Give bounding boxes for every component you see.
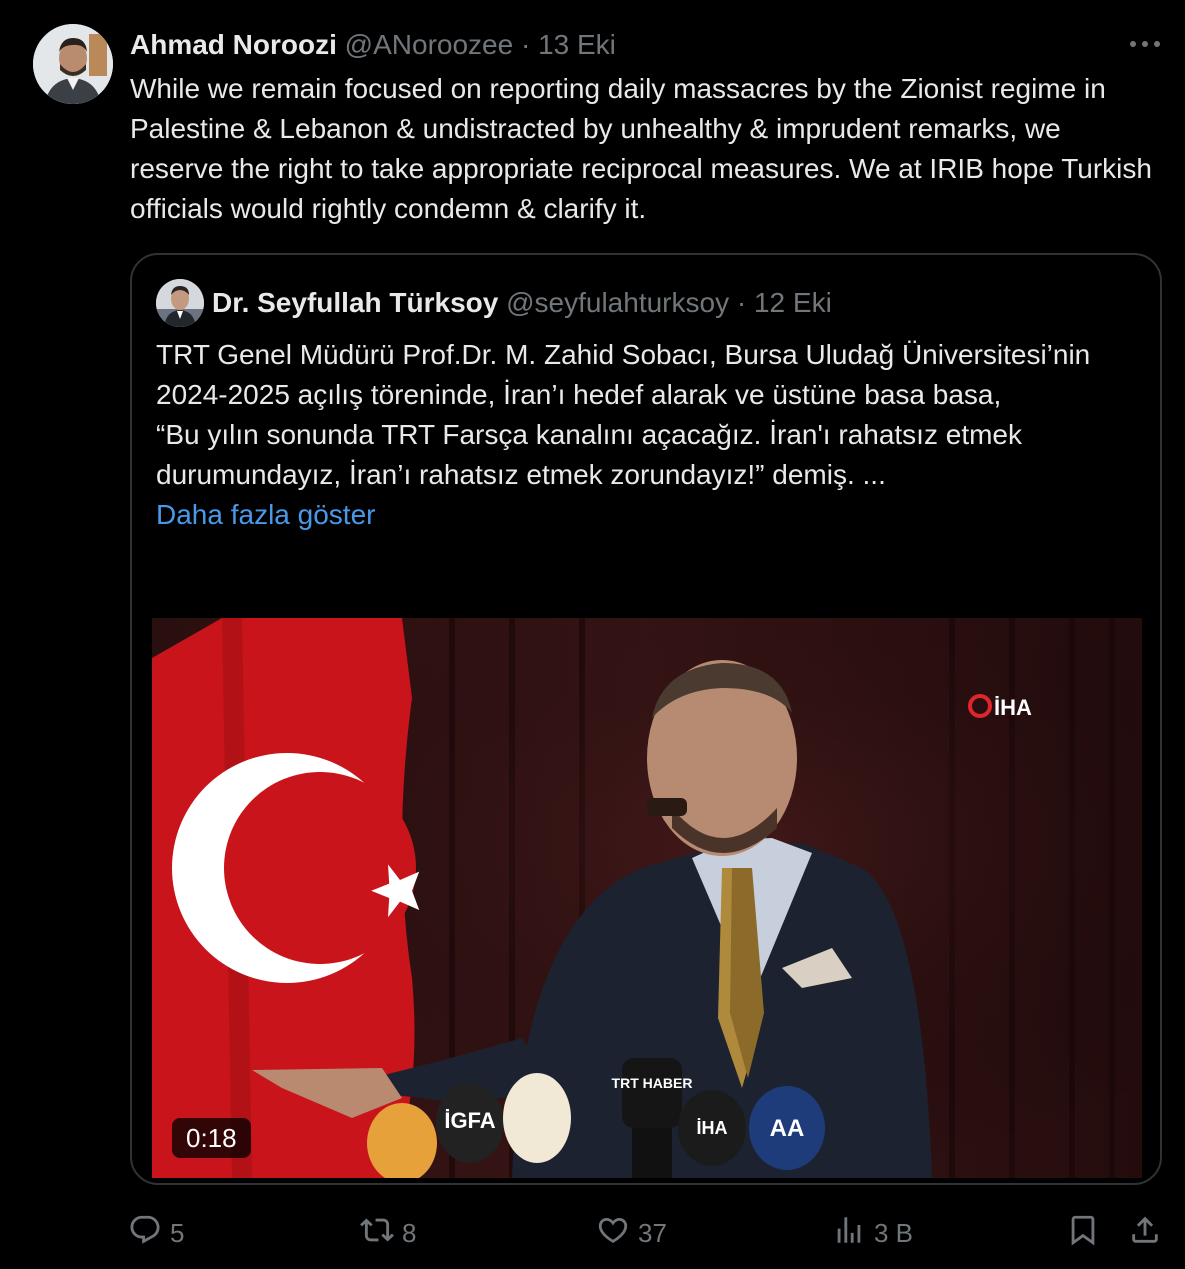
repost-button[interactable]: 8	[360, 1210, 416, 1256]
views-icon	[832, 1213, 874, 1254]
quote-text-paragraph-2: “Bu yılın sonunda TRT Farsça kanalını aç…	[156, 419, 1022, 490]
mic-label-iha: İHA	[697, 1118, 728, 1138]
tweet-header: Ahmad Noroozi @ANoroozee · 13 Eki	[130, 26, 1155, 64]
author-name[interactable]: Ahmad Noroozi	[130, 29, 337, 60]
mic-label-trt: TRT HABER	[612, 1075, 693, 1091]
quote-header: Dr. Seyfullah Türksoy @seyfulahturksoy ·…	[212, 283, 832, 323]
author-handle[interactable]: @ANoroozee	[345, 29, 514, 60]
quote-date[interactable]: 12 Eki	[754, 287, 832, 318]
more-icon[interactable]	[1127, 28, 1163, 60]
tweet-text: While we remain focused on reporting dai…	[130, 73, 1152, 224]
quote-author-avatar[interactable]	[156, 279, 204, 327]
mic-label-igfa: İGFA	[444, 1108, 495, 1133]
like-button[interactable]: 37	[596, 1210, 667, 1256]
author-avatar[interactable]	[33, 24, 113, 104]
like-icon	[596, 1213, 638, 1254]
reply-button[interactable]: 5	[128, 1210, 184, 1256]
views-button[interactable]: 3 B	[832, 1210, 913, 1256]
like-count: 37	[638, 1217, 667, 1248]
action-bar: 5 8 37 3 B	[128, 1210, 1168, 1256]
share-button[interactable]	[1128, 1210, 1170, 1256]
repost-count: 8	[402, 1217, 417, 1248]
quote-meta-separator: ·	[729, 287, 754, 318]
video-watermark: İHA	[994, 695, 1032, 720]
reply-count: 5	[170, 1217, 185, 1248]
meta-separator: ·	[513, 29, 539, 60]
quote-author-name[interactable]: Dr. Seyfullah Türksoy	[212, 287, 498, 318]
bookmark-icon	[1066, 1213, 1108, 1254]
quoted-tweet[interactable]: Dr. Seyfullah Türksoy @seyfulahturksoy ·…	[130, 253, 1162, 1185]
tweet-date[interactable]: 13 Eki	[538, 29, 616, 60]
repost-icon	[360, 1213, 402, 1254]
video-player[interactable]: TRT HABER İGFA İHA AA İHA 0:18	[152, 618, 1142, 1178]
video-duration: 0:18	[172, 1118, 251, 1158]
video-frame: TRT HABER İGFA İHA AA İHA	[152, 618, 1142, 1178]
show-more-link[interactable]: Daha fazla göster	[156, 499, 375, 530]
reply-icon	[128, 1213, 170, 1254]
share-icon	[1128, 1213, 1170, 1254]
quote-text: TRT Genel Müdürü Prof.Dr. M. Zahid Sobac…	[156, 335, 1136, 535]
bookmark-button[interactable]	[1066, 1210, 1108, 1256]
mic-label-aa: AA	[770, 1115, 805, 1142]
quote-text-paragraph-1: TRT Genel Müdürü Prof.Dr. M. Zahid Sobac…	[156, 339, 1091, 410]
quote-author-handle[interactable]: @seyfulahturksoy	[506, 287, 729, 318]
views-count: 3 B	[874, 1217, 914, 1248]
